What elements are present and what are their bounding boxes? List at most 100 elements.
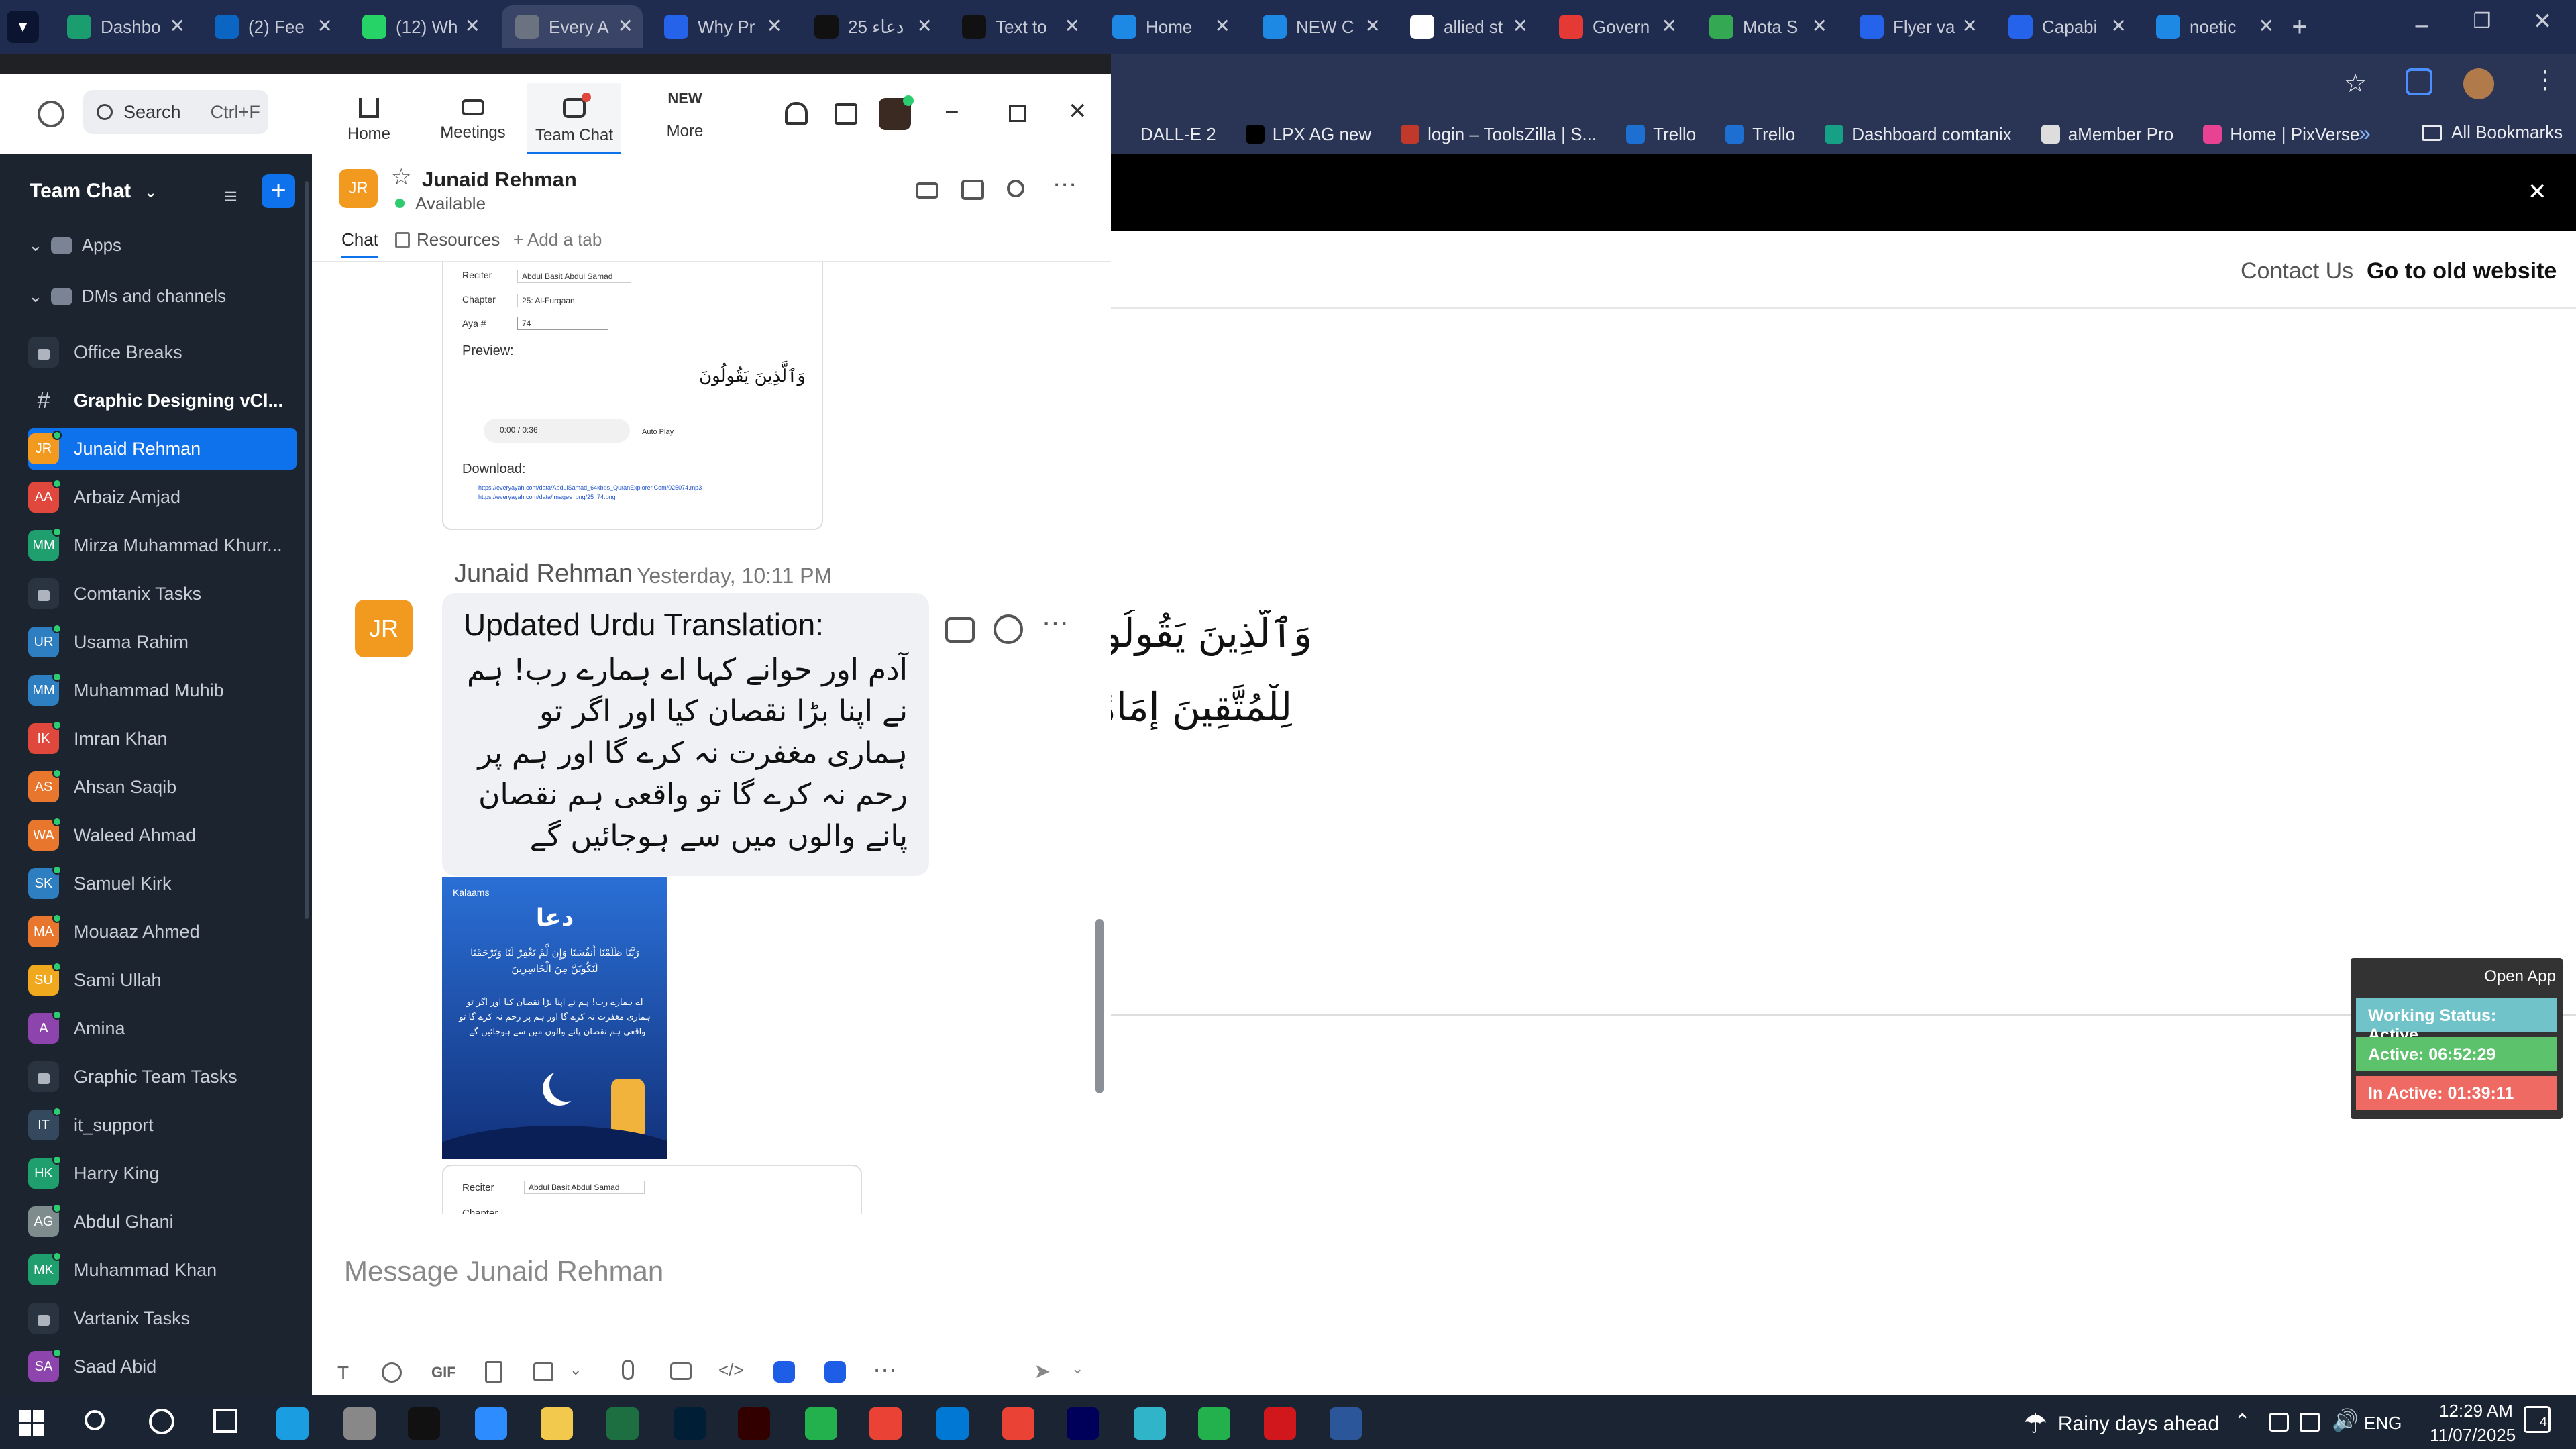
message-input[interactable]: Message Junaid Rehman — [344, 1255, 1082, 1287]
tab-close-icon[interactable]: ✕ — [465, 15, 480, 37]
file-explorer-icon[interactable] — [541, 1407, 573, 1440]
sidebar-item[interactable]: WA Waleed Ahmad — [28, 814, 297, 856]
restore-window-button[interactable]: ❐ — [2462, 9, 2502, 39]
browser-tab[interactable]: (2) Fee ✕ — [201, 5, 342, 48]
share-screen-icon[interactable] — [961, 180, 984, 200]
network-icon[interactable] — [2300, 1413, 2320, 1432]
sidebar-item[interactable]: Office Breaks — [28, 331, 297, 373]
audio-player[interactable]: 0:00 / 0:36 — [484, 419, 630, 443]
tab-close-icon[interactable]: ✕ — [1662, 15, 1677, 37]
app-icon-2[interactable] — [824, 1361, 846, 1383]
excel-icon[interactable] — [606, 1407, 639, 1440]
pen-icon[interactable] — [343, 1407, 376, 1440]
notification-center-icon[interactable]: 4 — [2524, 1406, 2551, 1433]
bookmark-item[interactable]: DALL-E 2 — [1140, 124, 1216, 145]
nav-home[interactable]: Home — [342, 94, 396, 144]
add-reaction-icon[interactable] — [994, 614, 1023, 644]
add-tab-button[interactable]: + Add a tab — [513, 229, 602, 250]
bookmark-item[interactable]: Trello — [1626, 124, 1696, 145]
sidebar-item[interactable]: Vartanix Tasks — [28, 1297, 297, 1339]
bookmark-item[interactable]: LPX AG new — [1245, 124, 1371, 145]
chat-scrollbar[interactable] — [1095, 919, 1104, 1093]
illustrator-icon[interactable] — [738, 1407, 770, 1440]
calendar-icon[interactable] — [835, 103, 857, 125]
browser-tab[interactable]: (12) Wh ✕ — [349, 5, 490, 48]
notifications-bell-icon[interactable] — [785, 102, 808, 125]
sidebar-item[interactable]: HK Harry King — [28, 1152, 297, 1194]
nav-more[interactable]: NEW More — [648, 90, 722, 141]
old-website-link[interactable]: Go to old website — [2367, 258, 2557, 284]
tab-close-icon[interactable]: ✕ — [317, 15, 333, 37]
taskbar-search-icon[interactable] — [85, 1410, 105, 1430]
cortana-icon[interactable] — [149, 1409, 174, 1434]
file-icon[interactable] — [485, 1361, 502, 1383]
browser-tab[interactable]: 25 دعاء ✕ — [801, 5, 942, 48]
tab-close-icon[interactable]: ✕ — [170, 15, 185, 37]
bookmark-item[interactable]: aMember Pro — [2041, 124, 2174, 145]
dua-poster-image[interactable]: Kalaams دعا رَبَّنَا ظَلَمْنَا أَنفُسَنَ… — [442, 877, 667, 1159]
new-chat-button[interactable]: + — [262, 174, 295, 208]
bookmark-item[interactable]: Trello — [1725, 124, 1795, 145]
bookmark-item[interactable]: Home | PixVerse — [2203, 124, 2359, 145]
browser-tab[interactable]: Govern ✕ — [1546, 5, 1686, 48]
all-bookmarks[interactable]: All Bookmarks — [2422, 122, 2563, 143]
sidebar-item[interactable]: IK Imran Khan — [28, 718, 297, 759]
tab-close-icon[interactable]: ✕ — [1065, 15, 1080, 37]
tab-close-icon[interactable]: ✕ — [2259, 15, 2274, 37]
apps-section[interactable]: ⌄ Apps — [28, 235, 121, 256]
chrome-profile-icon[interactable] — [1002, 1407, 1034, 1440]
tab-close-icon[interactable]: ✕ — [1812, 15, 1827, 37]
format-text-icon[interactable]: T — [337, 1362, 349, 1384]
sidebar-item[interactable]: AG Abdul Ghani — [28, 1201, 297, 1242]
volume-icon[interactable]: 🔊 — [2332, 1407, 2359, 1433]
sidebar-item[interactable]: MK Muhammad Khan — [28, 1249, 297, 1291]
gif-button[interactable]: GIF — [431, 1364, 456, 1381]
browser-tab[interactable]: noetic ✕ — [2143, 5, 2284, 48]
sidebar-item[interactable]: IT it_support — [28, 1104, 297, 1146]
browser-tab[interactable]: Why Pr ✕ — [651, 5, 792, 48]
sidebar-item[interactable]: JR Junaid Rehman — [28, 428, 297, 470]
tab-close-icon[interactable]: ✕ — [917, 15, 932, 37]
sidebar-item[interactable]: SK Samuel Kirk — [28, 863, 297, 904]
search-box[interactable]: Search Ctrl+F — [83, 90, 268, 134]
close-window-button[interactable]: ✕ — [2522, 8, 2563, 38]
microphone-icon[interactable] — [622, 1360, 634, 1380]
tab-close-icon[interactable]: ✕ — [1215, 15, 1230, 37]
send-options-chevron-icon[interactable]: ⌄ — [1071, 1360, 1083, 1377]
bookmark-star-icon[interactable]: ☆ — [2344, 68, 2367, 99]
premiere-icon[interactable] — [1067, 1407, 1099, 1440]
browser-tab[interactable]: Mota S ✕ — [1696, 5, 1837, 48]
tab-chat[interactable]: Chat — [341, 229, 378, 258]
zoom-icon[interactable] — [475, 1407, 507, 1440]
show-hidden-icons[interactable]: ⌃ — [2234, 1410, 2251, 1434]
browser-tab[interactable]: Text to ✕ — [949, 5, 1089, 48]
sidebar-item[interactable]: SU Sami Ullah — [28, 959, 297, 1001]
nav-team-chat[interactable]: Team Chat — [527, 83, 621, 154]
browser-tab[interactable]: Home ✕ — [1099, 5, 1240, 48]
zoom-close-button[interactable]: ✕ — [1068, 98, 1087, 125]
sidebar-item[interactable]: AA Arbaiz Amjad — [28, 476, 297, 518]
message-more-icon[interactable]: ⋯ — [1042, 608, 1069, 639]
code-snippet-icon[interactable]: </> — [718, 1360, 744, 1381]
video-call-icon[interactable] — [916, 182, 938, 199]
sidebar-item[interactable]: MM Mirza Muhammad Khurr... — [28, 525, 297, 566]
terminal-icon[interactable] — [408, 1407, 440, 1440]
task-view-icon[interactable] — [213, 1409, 237, 1433]
acrobat-icon[interactable] — [1264, 1407, 1296, 1440]
open-app-button[interactable]: Open App — [2484, 967, 2556, 986]
dms-section[interactable]: ⌄ DMs and channels — [28, 286, 226, 307]
browser-tab[interactable]: Every A ✕ — [502, 5, 643, 48]
green-app-2-icon[interactable] — [1198, 1407, 1230, 1440]
history-icon[interactable] — [38, 101, 64, 127]
browser-menu-icon[interactable]: ⋮ — [2533, 66, 2557, 94]
filter-icon[interactable]: ≡ — [224, 184, 237, 210]
meet-now-icon[interactable] — [2269, 1413, 2289, 1432]
new-tab-button[interactable]: + — [2282, 9, 2317, 44]
sidebar-item[interactable]: AS Ahsan Saqib — [28, 766, 297, 808]
reply-thread-icon[interactable] — [945, 617, 975, 643]
tab-close-icon[interactable]: ✕ — [1513, 15, 1528, 37]
language-indicator[interactable]: ENG — [2364, 1413, 2402, 1434]
user-avatar[interactable] — [879, 95, 914, 130]
zoom-maximize-button[interactable] — [1009, 105, 1026, 122]
bookmarks-overflow-icon[interactable]: » — [2359, 121, 2371, 146]
